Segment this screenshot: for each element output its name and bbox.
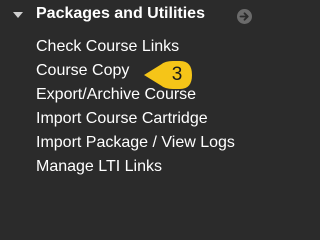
menu-item-import-course-cartridge[interactable]: Import Course Cartridge — [36, 107, 235, 131]
arrow-right-circle-icon[interactable] — [237, 9, 252, 24]
menu-item-import-package-view-logs[interactable]: Import Package / View Logs — [36, 131, 235, 155]
menu-item-check-course-links[interactable]: Check Course Links — [36, 35, 235, 59]
section-header[interactable]: Packages and Utilities — [0, 0, 261, 32]
step-callout: 3 — [143, 58, 195, 92]
menu-item-manage-lti-links[interactable]: Manage LTI Links — [36, 155, 235, 179]
packages-utilities-panel: Packages and Utilities Check Course Link… — [0, 0, 261, 201]
section-title[interactable]: Packages and Utilities — [36, 5, 205, 23]
utilities-menu: Check Course Links Course Copy Export/Ar… — [36, 35, 235, 179]
triangle-down-icon[interactable] — [13, 12, 23, 18]
callout-number: 3 — [171, 64, 183, 85]
menu-item-export-archive-course[interactable]: Export/Archive Course — [36, 83, 235, 107]
menu-item-course-copy[interactable]: Course Copy — [36, 59, 235, 83]
